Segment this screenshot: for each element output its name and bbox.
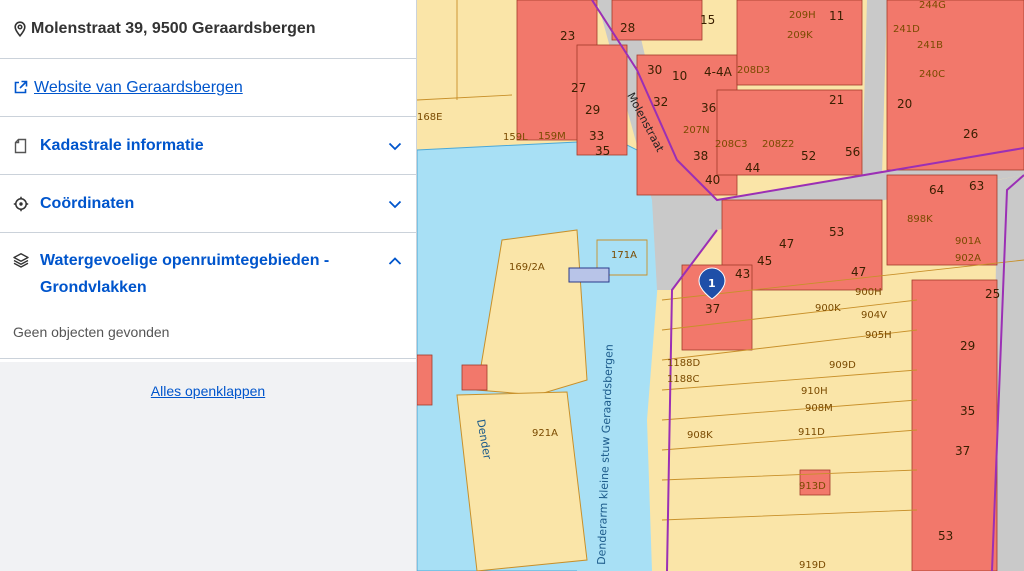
parcel-label: 45 [757, 254, 772, 268]
parcel-label: 29 [585, 103, 600, 117]
parcel-label: 37 [705, 302, 720, 316]
parcel-label: 901A [955, 236, 981, 247]
parcel-label: 169/2A [509, 262, 545, 273]
parcel-label: 168E [417, 112, 442, 123]
section-kadastrale-informatie: Kadastrale informatie [0, 117, 416, 175]
bridge-hatch [568, 267, 610, 283]
parcel-label: 27 [571, 81, 586, 95]
expand-all-area: Alles openklappen [0, 362, 416, 571]
parcel-label: 208Z2 [762, 139, 794, 150]
parcel-label: 904V [861, 310, 887, 321]
parcel-label: 35 [595, 144, 610, 158]
parcel-label: 25 [985, 287, 1000, 301]
section-watergevoelige: Watergevoelige openruimtegebieden - Gron… [0, 233, 416, 359]
parcel-label: 10 [672, 69, 687, 83]
address-header: Molenstraat 39, 9500 Geraardsbergen [0, 0, 416, 59]
parcel-label: 47 [779, 237, 794, 251]
section-coordinaten: Coördinaten [0, 175, 416, 233]
parcel-label: 209H [789, 10, 816, 21]
parcel-label: 35 [960, 404, 975, 418]
map-view[interactable]: 23 28 15 27 30 10 4-4A 29 33 35 32 36 38… [417, 0, 1024, 571]
parcel-label: 37 [955, 444, 970, 458]
parcel-label: 53 [829, 225, 844, 239]
parcel-label: 29 [960, 339, 975, 353]
expand-all-link[interactable]: Alles openklappen [0, 383, 416, 399]
parcel-label: 910H [801, 386, 828, 397]
parcel-label: 900H [855, 287, 882, 298]
parcel-label: 1188C [667, 374, 699, 385]
info-panel: Molenstraat 39, 9500 Geraardsbergen Webs… [0, 0, 417, 571]
section-label: Coördinaten [40, 194, 135, 212]
parcel-label: 908M [805, 403, 833, 414]
parcel-label: 4-4A [704, 65, 733, 79]
parcel-label: 911D [798, 427, 825, 438]
kadastrale-informatie-toggle[interactable]: Kadastrale informatie [0, 117, 416, 174]
parcel-label: 21 [829, 93, 844, 107]
parcel-label: 11 [829, 9, 844, 23]
address-text: Molenstraat 39, 9500 Geraardsbergen [31, 20, 316, 37]
parcel-label: 43 [735, 267, 750, 281]
parcel-label: 913D [799, 481, 826, 492]
parcel-label: 23 [560, 29, 575, 43]
section-body: Geen objecten gevonden [13, 324, 170, 340]
marker-number: 1 [708, 277, 716, 290]
parcel-label: 40 [705, 173, 720, 187]
document-icon [14, 138, 27, 153]
parcel-label: 64 [929, 183, 944, 197]
parcel-label: 15 [700, 13, 715, 27]
chevron-up-icon [388, 257, 402, 265]
parcel-label: 53 [938, 529, 953, 543]
watergevoelige-toggle[interactable]: Watergevoelige openruimtegebieden - Gron… [0, 247, 416, 301]
parcel-label: 26 [963, 127, 978, 141]
parcel-label: 244G [919, 0, 946, 11]
parcel-label: 900K [815, 303, 841, 314]
parcel-label: 908K [687, 430, 713, 441]
chevron-down-icon [388, 142, 402, 150]
parcel-label: 28 [620, 21, 635, 35]
parcel-label: 56 [845, 145, 860, 159]
parcel-label: 209K [787, 30, 813, 41]
parcel-label: 208C3 [715, 139, 747, 150]
parcel-label: 902A [955, 253, 981, 264]
parcel-label: 52 [801, 149, 816, 163]
parcel-label: 905H [865, 330, 892, 341]
parcel-label: 241B [917, 40, 943, 51]
parcel-label: 207N [683, 125, 710, 136]
parcel-label: 240C [919, 69, 945, 80]
parcel-label: 32 [653, 95, 668, 109]
location-pin-icon [14, 21, 26, 37]
external-link-icon [14, 80, 28, 94]
parcel-label: 36 [701, 101, 716, 115]
parcel-label: 159L [503, 132, 528, 143]
website-link[interactable]: Website van Geraardsbergen [34, 79, 243, 97]
crosshair-icon [13, 196, 29, 211]
section-label: Kadastrale informatie [40, 136, 204, 154]
website-row: Website van Geraardsbergen [0, 59, 416, 117]
parcel-label: 909D [829, 360, 856, 371]
parcel-label: 47 [851, 265, 866, 279]
parcel-label: 30 [647, 63, 662, 77]
parcel-label: 33 [589, 129, 604, 143]
parcel-label: 208D3 [737, 65, 770, 76]
coordinaten-toggle[interactable]: Coördinaten [0, 175, 416, 232]
parcel-label: 241D [893, 24, 920, 35]
parcel-label: 921A [532, 428, 558, 439]
parcel-label: 898K [907, 214, 933, 225]
layers-icon [13, 253, 29, 268]
parcel-label: 44 [745, 161, 760, 175]
chevron-down-icon [388, 200, 402, 208]
parcel-label: 919D [799, 560, 826, 571]
parcel-label: 159M [538, 131, 566, 142]
parcel-label: 171A [611, 250, 637, 261]
parcel-label: 38 [693, 149, 708, 163]
parcel-label: 63 [969, 179, 984, 193]
parcel-label: 20 [897, 97, 912, 111]
section-label: Watergevoelige openruimtegebieden - Gron… [40, 252, 330, 296]
cadastral-map[interactable]: 23 28 15 27 30 10 4-4A 29 33 35 32 36 38… [417, 0, 1024, 571]
island-parcel [456, 391, 588, 571]
parcel-label: 1188D [667, 358, 700, 369]
